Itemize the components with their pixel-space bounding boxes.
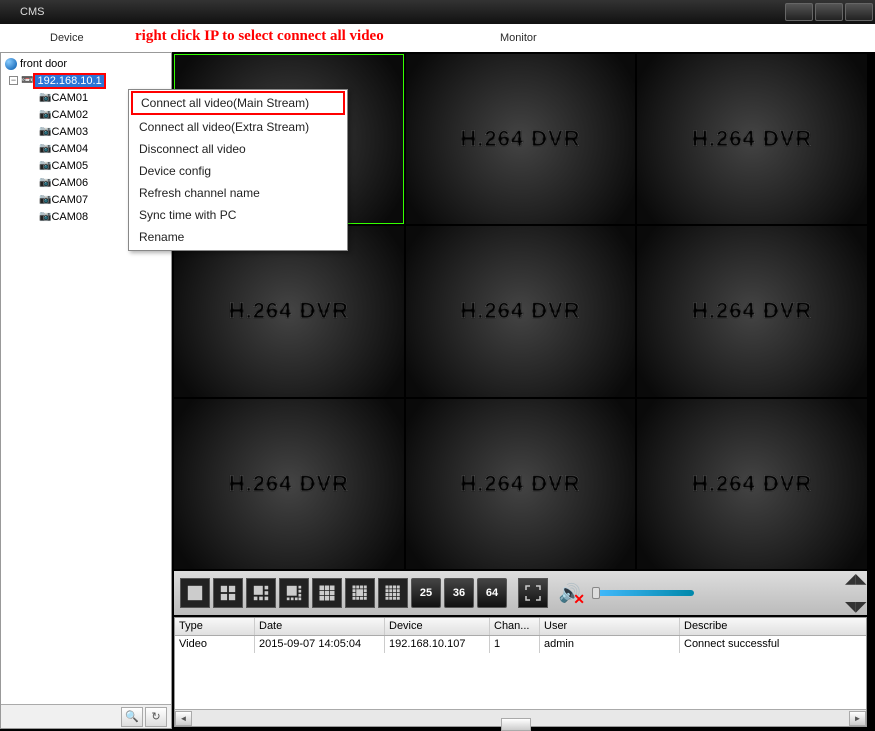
log-col-date[interactable]: Date bbox=[255, 618, 385, 635]
menu-refresh-channel[interactable]: Refresh channel name bbox=[129, 182, 347, 204]
camera-icon: 📷 bbox=[39, 92, 51, 103]
maximize-button[interactable] bbox=[815, 3, 843, 21]
video-cell[interactable]: H.264 DVR bbox=[637, 54, 867, 224]
watermark: H.264 DVR bbox=[692, 471, 812, 497]
log-col-user[interactable]: User bbox=[540, 618, 680, 635]
log-col-device[interactable]: Device bbox=[385, 618, 490, 635]
cam-label: CAM04 bbox=[51, 143, 88, 155]
video-cell[interactable]: H.264 DVR bbox=[637, 226, 867, 396]
menu-monitor[interactable]: Monitor bbox=[500, 32, 537, 44]
app-title: CMS bbox=[20, 6, 44, 18]
log-panel: Type Date Device Chan... User Describe V… bbox=[174, 617, 867, 727]
layout-9-button[interactable] bbox=[312, 578, 342, 608]
layout-13-button[interactable] bbox=[345, 578, 375, 608]
minimize-button[interactable] bbox=[785, 3, 813, 21]
watermark: H.264 DVR bbox=[692, 298, 812, 324]
camera-icon: 📷 bbox=[39, 194, 51, 205]
video-cell[interactable]: H.264 DVR bbox=[174, 399, 404, 569]
menu-rename[interactable]: Rename bbox=[129, 226, 347, 248]
log-cell: Video bbox=[175, 636, 255, 653]
layout-36-button[interactable]: 36 bbox=[444, 578, 474, 608]
watermark: H.264 DVR bbox=[692, 126, 812, 152]
dvr-icon: 📼 bbox=[21, 75, 33, 86]
layout-64-button[interactable]: 64 bbox=[477, 578, 507, 608]
menu-disconnect[interactable]: Disconnect all video bbox=[129, 138, 347, 160]
log-cell: 192.168.10.107 bbox=[385, 636, 490, 653]
layout-toolbar: 25 36 64 🔊✕ ◢◣ ◥◤ bbox=[174, 571, 867, 615]
tree-root[interactable]: front door bbox=[5, 55, 167, 72]
tree-ip-node[interactable]: − 📼 192.168.10.1 bbox=[5, 72, 167, 89]
menubar: Device right click IP to select connect … bbox=[0, 24, 875, 52]
cam-label: CAM03 bbox=[51, 126, 88, 138]
layout-1-button[interactable] bbox=[180, 578, 210, 608]
layout-25-button[interactable]: 25 bbox=[411, 578, 441, 608]
page-up-button[interactable]: ◢◣ bbox=[845, 573, 863, 585]
video-cell[interactable]: H.264 DVR bbox=[406, 399, 636, 569]
volume-slider[interactable] bbox=[594, 590, 694, 596]
layout-4-button[interactable] bbox=[213, 578, 243, 608]
layout-8-button[interactable] bbox=[279, 578, 309, 608]
log-body[interactable]: Video 2015-09-07 14:05:04 192.168.10.107… bbox=[175, 636, 866, 709]
watermark: H.264 DVR bbox=[460, 298, 580, 324]
menu-device-config[interactable]: Device config bbox=[129, 160, 347, 182]
video-cell[interactable]: H.264 DVR bbox=[174, 226, 404, 396]
cam-label: CAM02 bbox=[51, 109, 88, 121]
titlebar: CMS bbox=[0, 0, 875, 24]
context-menu: Connect all video(Main Stream) Connect a… bbox=[128, 89, 348, 251]
mute-button[interactable]: 🔊✕ bbox=[555, 578, 585, 608]
log-row[interactable]: Video 2015-09-07 14:05:04 192.168.10.107… bbox=[175, 636, 866, 653]
refresh-button[interactable]: ↻ bbox=[145, 707, 167, 727]
cam-label: CAM07 bbox=[51, 194, 88, 206]
layout-16-button[interactable] bbox=[378, 578, 408, 608]
camera-icon: 📷 bbox=[39, 160, 51, 171]
fullscreen-button[interactable] bbox=[518, 578, 548, 608]
watermark: H.264 DVR bbox=[229, 298, 349, 324]
menu-connect-extra[interactable]: Connect all video(Extra Stream) bbox=[129, 116, 347, 138]
camera-icon: 📷 bbox=[39, 109, 51, 120]
scroll-left-button[interactable]: ◄ bbox=[175, 711, 192, 726]
tree-ip-label: 192.168.10.1 bbox=[33, 73, 105, 89]
camera-icon: 📷 bbox=[39, 126, 51, 137]
layout-6-button[interactable] bbox=[246, 578, 276, 608]
menu-connect-main[interactable]: Connect all video(Main Stream) bbox=[131, 91, 345, 115]
close-button[interactable] bbox=[845, 3, 873, 21]
scroll-right-button[interactable]: ► bbox=[849, 711, 866, 726]
log-col-type[interactable]: Type bbox=[175, 618, 255, 635]
page-down-button[interactable]: ◥◤ bbox=[845, 601, 863, 613]
menu-device[interactable]: Device bbox=[50, 32, 84, 44]
search-button[interactable]: 🔍 bbox=[121, 707, 143, 727]
video-cell[interactable]: H.264 DVR bbox=[637, 399, 867, 569]
cam-label: CAM08 bbox=[51, 211, 88, 223]
tree-root-label: front door bbox=[20, 58, 67, 70]
log-cell: 1 bbox=[490, 636, 540, 653]
cam-label: CAM05 bbox=[51, 160, 88, 172]
slider-thumb[interactable] bbox=[592, 587, 600, 599]
camera-icon: 📷 bbox=[39, 211, 51, 222]
cam-label: CAM01 bbox=[51, 92, 88, 104]
annotation-text: right click IP to select connect all vid… bbox=[135, 28, 384, 45]
watermark: H.264 DVR bbox=[460, 126, 580, 152]
scroll-thumb[interactable] bbox=[501, 718, 531, 731]
log-cell: admin bbox=[540, 636, 680, 653]
camera-icon: 📷 bbox=[39, 143, 51, 154]
watermark: H.264 DVR bbox=[460, 471, 580, 497]
log-cell: Connect successful bbox=[680, 636, 866, 653]
video-cell[interactable]: H.264 DVR bbox=[406, 54, 636, 224]
collapse-icon[interactable]: − bbox=[9, 76, 18, 85]
sidebar-toolbar: 🔍 ↻ bbox=[1, 704, 171, 728]
video-cell[interactable]: H.264 DVR bbox=[406, 226, 636, 396]
globe-icon bbox=[5, 58, 17, 70]
log-col-chan[interactable]: Chan... bbox=[490, 618, 540, 635]
log-scrollbar[interactable]: ◄ ► bbox=[175, 709, 866, 726]
menu-sync-time[interactable]: Sync time with PC bbox=[129, 204, 347, 226]
cam-label: CAM06 bbox=[51, 177, 88, 189]
log-col-desc[interactable]: Describe bbox=[680, 618, 866, 635]
watermark: H.264 DVR bbox=[229, 471, 349, 497]
log-cell: 2015-09-07 14:05:04 bbox=[255, 636, 385, 653]
log-header: Type Date Device Chan... User Describe bbox=[175, 618, 866, 636]
camera-icon: 📷 bbox=[39, 177, 51, 188]
